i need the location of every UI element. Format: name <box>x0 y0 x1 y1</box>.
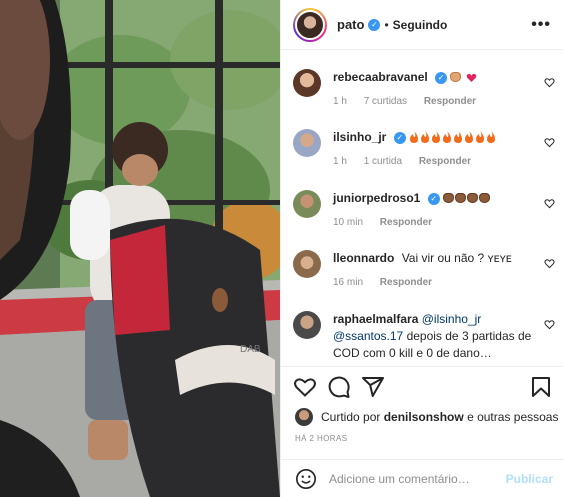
like-comment-heart-icon[interactable] <box>544 258 555 269</box>
reply-button[interactable]: Responder <box>424 96 476 107</box>
fire-icon <box>432 131 441 143</box>
comment-username[interactable]: lleonnardo <box>333 251 394 265</box>
reply-button[interactable]: Responder <box>419 156 471 167</box>
liked-by-suffix[interactable]: e outras pessoas <box>467 410 558 424</box>
comment-time: 1 h <box>333 96 347 107</box>
following-button[interactable]: Seguindo <box>393 18 448 32</box>
post-video[interactable]: DAB <box>0 0 280 497</box>
svg-text:DAB: DAB <box>240 344 261 355</box>
comment-avatar[interactable] <box>293 129 321 157</box>
comment-mention[interactable]: @ssantos.17 <box>333 329 403 343</box>
like-heart-icon[interactable] <box>293 375 317 399</box>
comment-username[interactable]: juniorpedroso1 <box>333 191 420 205</box>
fire-emoji-row <box>409 130 497 144</box>
like-comment-heart-icon[interactable] <box>544 137 555 148</box>
comment-avatar[interactable] <box>293 69 321 97</box>
like-comment-heart-icon[interactable] <box>544 77 555 88</box>
oncoming-fist-icon <box>455 193 467 203</box>
author-username[interactable]: pato <box>337 17 364 32</box>
fire-icon <box>421 131 430 143</box>
fire-icon <box>487 131 496 143</box>
save-bookmark-icon[interactable] <box>529 375 553 399</box>
emoji-smile-icon[interactable] <box>295 468 317 490</box>
post-actions-bar <box>281 366 564 406</box>
like-comment-heart-icon[interactable] <box>544 198 555 209</box>
comment-icon[interactable] <box>327 375 351 399</box>
fire-icon <box>465 131 474 143</box>
fire-icon <box>443 131 452 143</box>
comment-composer: Publicar <box>281 459 564 497</box>
verified-badge-icon: ✓ <box>368 18 381 31</box>
comment-time: 1 h <box>333 156 347 167</box>
post-timestamp[interactable]: HÁ 2 HORAS <box>295 434 347 443</box>
liked-by-row: Curtido por denilsonshow e outras pessoa… <box>295 406 564 428</box>
post-header: pato ✓ • Seguindo ••• <box>281 0 564 50</box>
share-paper-plane-icon[interactable] <box>361 375 385 399</box>
fire-icon <box>410 131 419 143</box>
comment-time: 16 min <box>333 277 364 288</box>
comment-text: Vai vir ou não ? ʏᴇʏᴇ <box>401 251 512 265</box>
liked-by-prefix: Curtido por <box>321 410 381 424</box>
fire-icon <box>454 131 463 143</box>
comment-likes[interactable]: 1 curtida <box>364 156 402 167</box>
verified-badge-icon: ✓ <box>427 192 440 205</box>
liked-by-user[interactable]: denilsonshow <box>384 410 464 424</box>
instagram-post-modal: DAB pato ✓ • Seguindo ••• rebecaabravane… <box>0 0 564 497</box>
red-heart-icon <box>466 73 477 82</box>
oncoming-fist-icon <box>467 193 479 203</box>
publish-button[interactable]: Publicar <box>506 472 553 486</box>
comments-list[interactable]: rebecaabravanel ✓ 1 h 7 curtidas Respond… <box>281 51 564 366</box>
fire-icon <box>476 131 485 143</box>
comment-avatar[interactable] <box>293 250 321 278</box>
like-comment-heart-icon[interactable] <box>544 319 555 330</box>
comment-username[interactable]: rebecaabravanel <box>333 70 428 84</box>
comment-username[interactable]: raphaelmalfara <box>333 312 418 326</box>
separator-dot: • <box>384 17 389 32</box>
comment-input[interactable] <box>329 471 500 486</box>
more-options-icon[interactable]: ••• <box>531 16 551 34</box>
reply-button[interactable]: Responder <box>380 277 432 288</box>
liked-by-avatar[interactable] <box>295 408 313 426</box>
comment-time: 10 min <box>333 217 364 228</box>
verified-badge-icon: ✓ <box>393 131 406 144</box>
comment-avatar[interactable] <box>293 311 321 339</box>
comment-likes[interactable]: 7 curtidas <box>364 96 407 107</box>
comment-username[interactable]: ilsinho_jr <box>333 130 386 144</box>
post-side-panel: pato ✓ • Seguindo ••• rebecaabravanel ✓ … <box>280 0 564 497</box>
video-frame-illustration: DAB <box>0 0 280 497</box>
comment-meta: 16 min Responder <box>333 277 446 288</box>
verified-badge-icon: ✓ <box>435 71 448 84</box>
oncoming-fist-icon <box>443 193 455 203</box>
comment-avatar[interactable] <box>293 190 321 218</box>
comment-mention[interactable]: @ilsinho_jr <box>422 312 482 326</box>
oncoming-fist-icon <box>450 72 462 82</box>
author-avatar[interactable] <box>293 7 327 42</box>
comment-meta: 10 min Responder <box>333 217 446 228</box>
comment-meta: 1 h 7 curtidas Responder <box>333 96 490 107</box>
oncoming-fist-icon <box>479 193 491 203</box>
comment-meta: 1 h 1 curtida Responder <box>333 156 485 167</box>
reply-button[interactable]: Responder <box>380 217 432 228</box>
